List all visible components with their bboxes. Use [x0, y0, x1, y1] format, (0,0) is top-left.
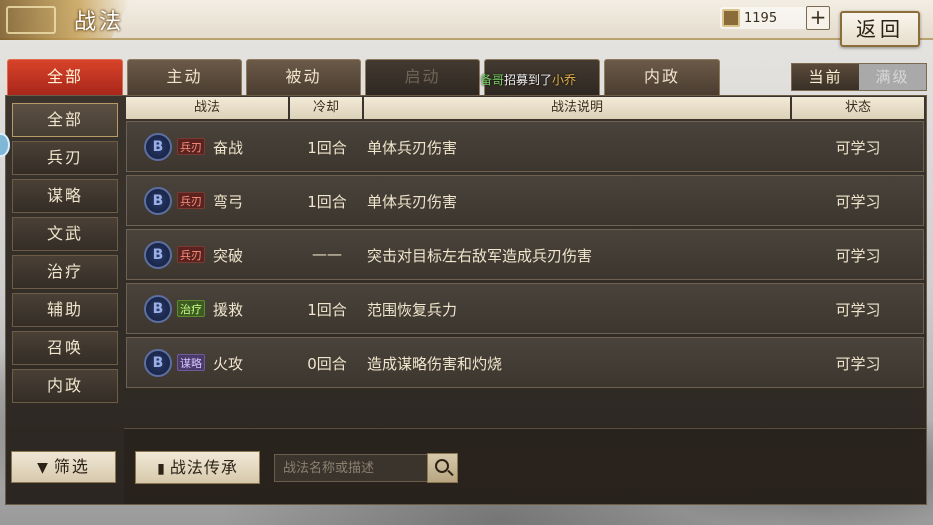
currency-value: 1195 [744, 10, 778, 26]
skill-status: 可学习 [835, 355, 881, 373]
skill-type-tag: 治疗 [177, 300, 205, 317]
sidebar-item-heal[interactable]: 治疗 [12, 255, 118, 289]
notice-text: 招募到了 [504, 73, 553, 87]
sidebar-item-domestic[interactable]: 内政 [12, 369, 118, 403]
treasure-chest-icon [722, 9, 740, 27]
header-status: 状态 [792, 97, 924, 119]
back-button[interactable]: 返回 [840, 11, 920, 47]
skill-name: 突破 [213, 247, 244, 265]
notice-player: 备哥 [480, 73, 505, 87]
header-description: 战法说明 [364, 97, 792, 119]
toggle-current[interactable]: 当前 [792, 64, 859, 90]
sidebar-item-civil-military[interactable]: 文武 [12, 217, 118, 251]
skill-status: 可学习 [835, 193, 881, 211]
skill-cooldown: 0回合 [307, 355, 347, 373]
skill-type-tag: 兵刃 [177, 138, 205, 155]
skill-cooldown: —— [312, 245, 342, 263]
skill-description: 突击对目标左右敌军造成兵刃伤害 [367, 247, 593, 265]
add-currency-button[interactable]: + [806, 6, 830, 30]
inherit-label: 战法传承 [169, 458, 238, 477]
table-header: 战法 冷却 战法说明 状态 [126, 97, 924, 119]
recruit-notice: 备哥招募到了小乔 [480, 71, 576, 88]
tab-active[interactable]: 主动 [127, 59, 242, 95]
skill-list: B 兵刃 奋战 1回合 单体兵刃伤害 可学习 B 兵刃 弯弓 1回合 单体兵刃伤… [126, 121, 924, 391]
header-cooldown: 冷却 [290, 97, 364, 119]
book-icon: ▮ [157, 461, 166, 477]
skill-name: 援救 [213, 301, 244, 319]
grade-badge: B [144, 295, 172, 323]
grade-badge: B [144, 187, 172, 215]
tab-all[interactable]: 全部 [7, 59, 123, 95]
table-row[interactable]: B 兵刃 突破 —— 突击对目标左右敌军造成兵刃伤害 可学习 [126, 229, 924, 280]
ornament-frame-icon [6, 6, 56, 34]
sidebar-item-support[interactable]: 辅助 [12, 293, 118, 327]
grade-badge: B [144, 349, 172, 377]
funnel-icon: ▼ [37, 460, 50, 476]
table-row[interactable]: B 兵刃 弯弓 1回合 单体兵刃伤害 可学习 [126, 175, 924, 226]
skill-inherit-button[interactable]: ▮ 战法传承 [135, 451, 260, 484]
toggle-max-level[interactable]: 满级 [859, 64, 926, 90]
skill-status: 可学习 [835, 247, 881, 265]
filter-label: 筛选 [53, 457, 90, 476]
skill-description: 单体兵刃伤害 [367, 139, 458, 157]
tab-launch[interactable]: 启动 [365, 59, 480, 95]
search-button[interactable] [427, 453, 458, 483]
skill-name: 弯弓 [213, 193, 244, 211]
skill-type-tag: 兵刃 [177, 246, 205, 263]
search-icon-handle [447, 469, 454, 477]
filter-button[interactable]: ▼ 筛选 [11, 451, 116, 483]
skill-cooldown: 1回合 [307, 139, 347, 157]
skill-status: 可学习 [835, 139, 881, 157]
table-row[interactable]: B 谋略 火攻 0回合 造成谋略伤害和灼烧 可学习 [126, 337, 924, 388]
header-skill: 战法 [126, 97, 290, 119]
skill-status: 可学习 [835, 301, 881, 319]
page-title: 战法 [74, 10, 125, 35]
skill-type-tag: 谋略 [177, 354, 205, 371]
table-row[interactable]: B 治疗 援救 1回合 范围恢复兵力 可学习 [126, 283, 924, 334]
sidebar-item-summon[interactable]: 召唤 [12, 331, 118, 365]
title-bar: 战法 1195 + [0, 0, 933, 40]
category-sidebar: 全部 兵刃 谋略 文武 治疗 辅助 召唤 内政 [12, 103, 118, 407]
sidebar-item-strategy[interactable]: 谋略 [12, 179, 118, 213]
tab-passive[interactable]: 被动 [246, 59, 361, 95]
tab-domestic[interactable]: 内政 [604, 59, 720, 95]
grade-badge: B [144, 133, 172, 161]
currency-display: 1195 [720, 7, 810, 29]
level-toggle: 当前 满级 [791, 63, 927, 91]
sidebar-item-all[interactable]: 全部 [12, 103, 118, 137]
skill-name: 奋战 [213, 139, 244, 157]
notice-hero-name: 小乔 [552, 73, 577, 87]
skill-description: 单体兵刃伤害 [367, 193, 458, 211]
grade-badge: B [144, 241, 172, 269]
skill-cooldown: 1回合 [307, 193, 347, 211]
skill-name: 火攻 [213, 355, 244, 373]
sidebar-item-weapon[interactable]: 兵刃 [12, 141, 118, 175]
table-row[interactable]: B 兵刃 奋战 1回合 单体兵刃伤害 可学习 [126, 121, 924, 172]
skill-description: 范围恢复兵力 [367, 301, 458, 319]
skill-cooldown: 1回合 [307, 301, 347, 319]
search-input[interactable] [274, 454, 428, 482]
skill-type-tag: 兵刃 [177, 192, 205, 209]
skill-description: 造成谋略伤害和灼烧 [367, 355, 503, 373]
